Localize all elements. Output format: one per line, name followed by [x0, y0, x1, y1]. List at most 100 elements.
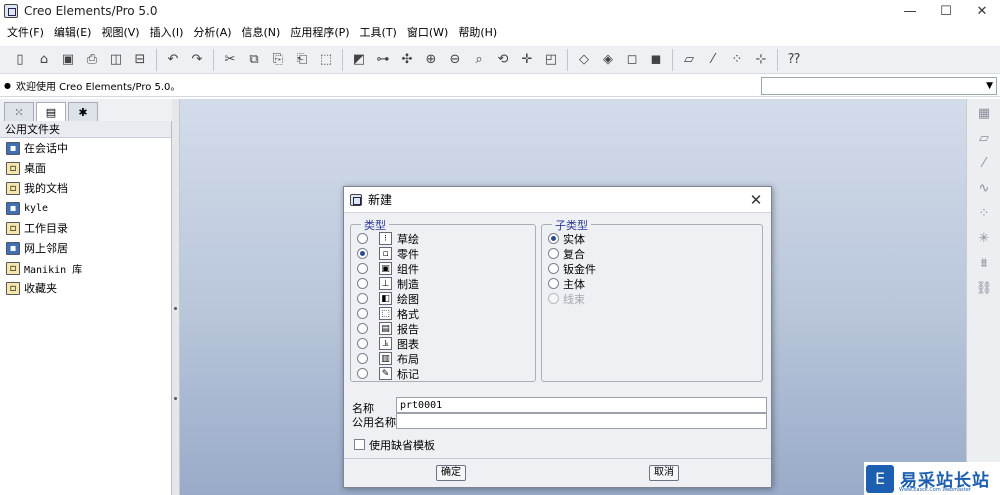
menu-edit[interactable]: 编辑(E)	[49, 22, 97, 44]
menu-window[interactable]: 窗口(W)	[402, 22, 453, 44]
radio-button[interactable]	[357, 308, 368, 319]
menu-analysis[interactable]: 分析(A)	[188, 22, 236, 44]
ok-button[interactable]: 确定	[436, 465, 466, 481]
copy-icon[interactable]: ⧉	[244, 50, 264, 70]
refit-icon[interactable]: ⌕	[469, 50, 489, 70]
folder-item-desktop[interactable]: ▫ 桌面	[0, 158, 171, 178]
save-icon[interactable]: ▣	[58, 50, 78, 70]
print-icon[interactable]: ⎙	[82, 50, 102, 70]
menu-tools[interactable]: 工具(T)	[355, 22, 402, 44]
radio-button[interactable]	[548, 278, 559, 289]
view-box4-icon[interactable]: ◼	[646, 50, 666, 70]
cut-icon[interactable]: ✂	[220, 50, 240, 70]
type-option-layout[interactable]: ▥ 布局	[357, 351, 419, 366]
zoom-out-icon[interactable]: ⊖	[445, 50, 465, 70]
datum-axes-icon[interactable]: ⁄	[703, 50, 723, 70]
delete-icon[interactable]: ⊟	[130, 50, 150, 70]
subtype-option-bulk[interactable]: 主体	[548, 276, 585, 291]
menu-info[interactable]: 信息(N)	[237, 22, 286, 44]
spin-center-icon[interactable]: ✛	[517, 50, 537, 70]
radio-button[interactable]	[548, 233, 559, 244]
saved-views-icon[interactable]: ◰	[541, 50, 561, 70]
name-field[interactable]	[396, 397, 767, 413]
type-option-markup[interactable]: ✎ 标记	[357, 366, 419, 381]
splitter-grip[interactable]	[174, 307, 177, 310]
zoom-in-icon[interactable]: ⊕	[421, 50, 441, 70]
radio-button[interactable]	[357, 353, 368, 364]
menu-insert[interactable]: 插入(I)	[145, 22, 189, 44]
type-option-manufacturing[interactable]: ⊥ 制造	[357, 276, 419, 291]
whats-this-icon[interactable]: ⁇	[784, 50, 804, 70]
paste-icon[interactable]: ⎘	[268, 50, 288, 70]
tab-model-tree[interactable]: ⁙	[4, 102, 34, 121]
chevron-down-icon[interactable]: ▼	[986, 78, 993, 94]
radio-button[interactable]	[357, 293, 368, 304]
select-box-icon[interactable]: ⬚	[316, 50, 336, 70]
use-default-template-checkbox[interactable]	[354, 439, 365, 450]
maximize-button[interactable]: ☐	[928, 0, 964, 22]
redo-icon[interactable]: ↷	[187, 50, 207, 70]
copy-window-icon[interactable]: ◫	[106, 50, 126, 70]
radio-button[interactable]	[357, 338, 368, 349]
type-option-assembly[interactable]: ▣ 组件	[357, 261, 419, 276]
radio-button[interactable]	[548, 263, 559, 274]
radio-button[interactable]	[357, 368, 368, 379]
menu-help[interactable]: 帮助(H)	[453, 22, 502, 44]
navigator-splitter[interactable]	[172, 99, 180, 495]
menu-file[interactable]: 文件(F)	[2, 22, 49, 44]
csys-tool-icon[interactable]: ✳	[972, 227, 996, 249]
close-icon[interactable]: ✕	[741, 191, 771, 209]
curve-tool-icon[interactable]: ∿	[972, 177, 996, 199]
minimize-button[interactable]: —	[892, 0, 928, 22]
view-box3-icon[interactable]: ◻	[622, 50, 642, 70]
regenerate-icon[interactable]: ◩	[349, 50, 369, 70]
new-file-icon[interactable]: ▯	[10, 50, 30, 70]
folder-item-session[interactable]: ▪ 在会话中	[0, 138, 171, 158]
paste-special-icon[interactable]: ⎗	[292, 50, 312, 70]
type-option-part[interactable]: ▫ 零件	[357, 246, 419, 261]
folder-item-manikin[interactable]: ▫ Manikin 库	[0, 258, 171, 278]
folder-item-kyle[interactable]: ▪ kyle	[0, 198, 171, 218]
radio-button[interactable]	[357, 278, 368, 289]
menu-applications[interactable]: 应用程序(P)	[285, 22, 354, 44]
coord-sys-icon[interactable]: ⊹	[751, 50, 771, 70]
radio-button[interactable]	[357, 233, 368, 244]
common-name-field[interactable]	[396, 413, 767, 429]
type-option-diagram[interactable]: ⫡ 图表	[357, 336, 419, 351]
tab-favorites[interactable]: ✱	[68, 102, 98, 121]
relations-icon[interactable]: ⊶	[373, 50, 393, 70]
analysis-tool-icon[interactable]: ⩩	[972, 252, 996, 274]
view-box1-icon[interactable]: ◇	[574, 50, 594, 70]
datum-points-icon[interactable]: ⁘	[727, 50, 747, 70]
chain-tool-icon[interactable]: ⛓	[972, 277, 996, 299]
type-option-sketch[interactable]: ⁝ 草绘	[357, 231, 419, 246]
type-option-report[interactable]: ▤ 报告	[357, 321, 419, 336]
type-option-format[interactable]: ⬚ 格式	[357, 306, 419, 321]
splitter-grip[interactable]	[174, 397, 177, 400]
subtype-option-composite[interactable]: 复合	[548, 246, 585, 261]
undo-icon[interactable]: ↶	[163, 50, 183, 70]
filter-combo[interactable]: ▼	[761, 77, 997, 95]
radio-button[interactable]	[548, 248, 559, 259]
axis-tool-icon[interactable]: ⁄	[972, 152, 996, 174]
radio-button[interactable]	[357, 323, 368, 334]
tab-folder-browser[interactable]: ▤	[36, 102, 66, 121]
view-box2-icon[interactable]: ◈	[598, 50, 618, 70]
point-tool-icon[interactable]: ⁘	[972, 202, 996, 224]
menu-view[interactable]: 视图(V)	[96, 22, 144, 44]
folder-item-documents[interactable]: ▫ 我的文档	[0, 178, 171, 198]
radio-button[interactable]	[357, 248, 368, 259]
cancel-button[interactable]: 取消	[649, 465, 679, 481]
folder-item-favorites[interactable]: ▫ 收藏夹	[0, 278, 171, 298]
subtype-option-solid[interactable]: 实体	[548, 231, 585, 246]
radio-button[interactable]	[357, 263, 368, 274]
layer-icon[interactable]: ✣	[397, 50, 417, 70]
folder-item-working-dir[interactable]: ▫ 工作目录	[0, 218, 171, 238]
folder-item-network[interactable]: ▪ 网上邻居	[0, 238, 171, 258]
reorient-icon[interactable]: ⟲	[493, 50, 513, 70]
datum-plane-tool-icon[interactable]: ▦	[972, 102, 996, 124]
subtype-option-sheetmetal[interactable]: 钣金件	[548, 261, 596, 276]
datum-planes-icon[interactable]: ▱	[679, 50, 699, 70]
type-option-drawing[interactable]: ◧ 绘图	[357, 291, 419, 306]
close-button[interactable]: ✕	[964, 0, 1000, 22]
